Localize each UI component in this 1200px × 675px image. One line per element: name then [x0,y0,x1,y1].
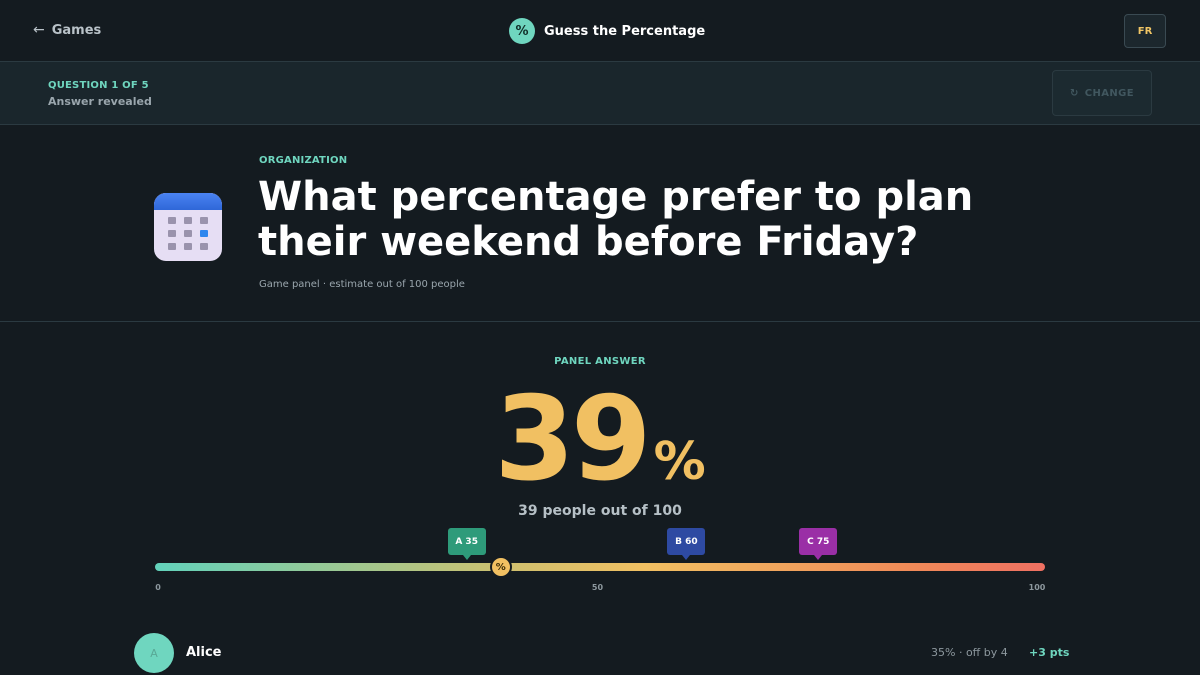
player-name: Alice [186,645,222,660]
back-to-games-link[interactable]: ← Games [33,22,101,38]
status-bar: QUESTION 1 OF 5 Answer revealed ↻ CHANGE [0,62,1200,125]
slider-track [155,563,1045,571]
question-state: Answer revealed [48,95,152,108]
calendar-day-highlight [200,230,208,237]
guess-marker: C 75 [799,528,838,560]
calendar-day [168,243,176,250]
language-button[interactable]: FR [1124,14,1166,48]
answer-people-text: 39 people out of 100 [518,503,682,519]
top-bar: ← Games % Guess the Percentage FR [0,0,1200,62]
panel-answer-label: PANEL ANSWER [554,356,646,367]
guess-marker: A 35 [447,528,486,560]
calendar-day [168,230,176,237]
slider-tick-label: 50 [591,583,604,592]
percent-icon: % [509,18,535,44]
answer-percent-sign: % [653,432,706,492]
calendar-icon [154,193,222,261]
answer-knob: % [489,556,512,578]
question-text: What percentage prefer to plan their wee… [258,174,974,265]
brand: % Guess the Percentage [509,18,705,44]
calendar-header [154,193,222,210]
slider-tick-label: 100 [1028,583,1046,592]
question-category: ORGANIZATION [259,155,348,166]
player-avatar: A [134,633,174,673]
question-counter: QUESTION 1 OF 5 [48,80,149,91]
calendar-day [184,243,192,250]
calendar-day [168,217,176,224]
calendar-day [184,230,192,237]
change-button-label: CHANGE [1084,87,1135,99]
calendar-day [200,217,208,224]
question-section: ORGANIZATION What percentage prefer to p… [0,125,1200,322]
app-title: Guess the Percentage [544,23,706,39]
change-question-button[interactable]: ↻ CHANGE [1052,70,1152,116]
refresh-icon: ↻ [1069,87,1079,99]
guess-marker: B 60 [667,528,706,560]
slider-tick-label: 0 [155,583,161,592]
player-guess-text: 35% · off by 4 [931,646,1008,659]
question-subtitle: Game panel · estimate out of 100 people [259,279,465,290]
calendar-day [200,243,208,250]
panel-answer-value: 39% [0,378,1200,502]
calendar-day [184,217,192,224]
back-link-label: Games [51,22,102,38]
answer-number: 39 [494,372,651,507]
player-points: +3 pts [1029,646,1070,659]
arrow-left-icon: ← [33,22,45,38]
